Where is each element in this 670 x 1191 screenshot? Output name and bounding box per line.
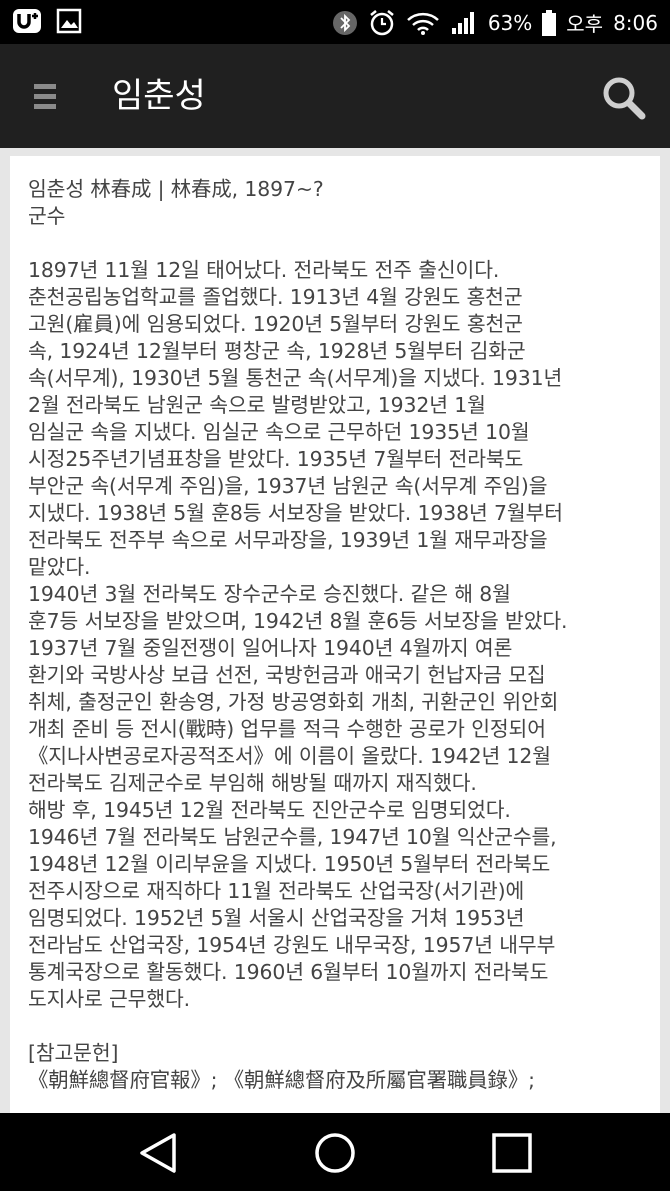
references-heading: [참고문헌] <box>28 1041 119 1065</box>
page-title: 임춘성 <box>112 76 206 116</box>
references-text: 《朝鮮總督府官報》; 《朝鮮總督府及所屬官署職員錄》; <box>28 1068 535 1092</box>
home-icon[interactable] <box>313 1131 357 1175</box>
article-paragraph: 해방 후, 1945년 12월 전라북도 진안군수로 임명되었다. 1946년 … <box>28 798 557 1011</box>
app-bar: 임춘성 <box>0 44 670 148</box>
uplus-app-icon <box>13 9 41 33</box>
article-subtitle: 군수 <box>28 204 66 228</box>
status-ampm: 오후 <box>566 12 604 36</box>
search-icon[interactable] <box>600 74 648 122</box>
battery-percent: 63% <box>487 10 533 35</box>
article-content[interactable]: 임춘성 林春成 | 林春成, 1897~? 군수 1897년 11월 12일 태… <box>10 156 660 1113</box>
article-heading: 임춘성 林春成 | 林春成, 1897~? <box>28 177 324 201</box>
gallery-icon <box>56 8 82 34</box>
back-icon[interactable] <box>136 1131 180 1175</box>
article-paragraph: 1897년 11월 12일 태어났다. 전라북도 전주 출신이다. 춘천공립농업… <box>28 258 563 579</box>
status-bar: 63% 오후 8:06 <box>0 0 670 44</box>
recent-apps-icon[interactable] <box>490 1131 534 1175</box>
alarm-icon <box>370 9 394 35</box>
battery-icon <box>542 9 557 36</box>
bluetooth-icon <box>332 10 357 35</box>
signal-icon <box>451 11 474 34</box>
article-paragraph: 1940년 3월 전라북도 장수군수로 승진했다. 같은 해 8월 훈7등 서보… <box>28 582 568 795</box>
menu-icon[interactable] <box>32 82 60 112</box>
navigation-bar <box>0 1113 670 1191</box>
status-time: 8:06 <box>613 10 658 35</box>
wifi-icon <box>406 12 439 35</box>
